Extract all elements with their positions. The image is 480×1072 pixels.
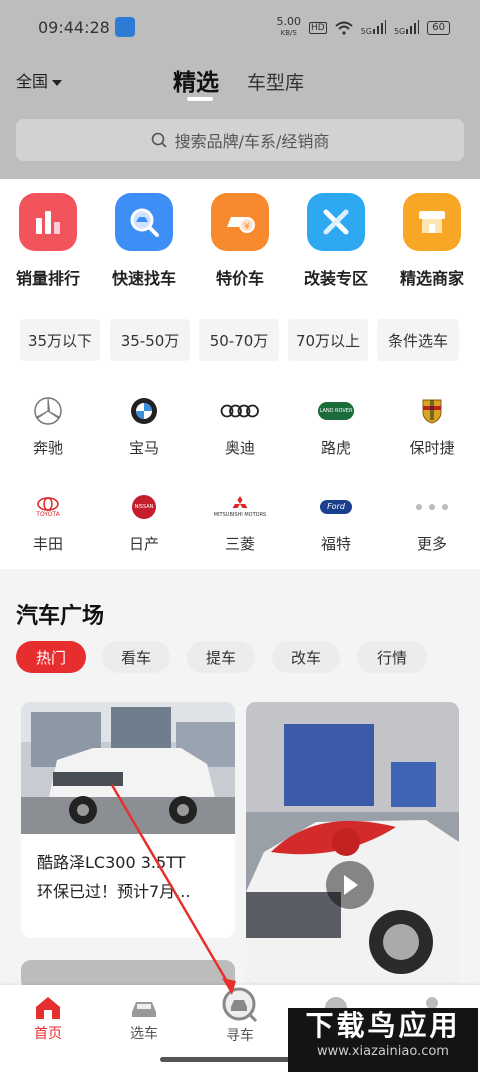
top-header: 全国 精选 车型库 搜索品牌/车系/经销商 [0,55,480,179]
nissan-logo-icon: NISSAN [104,491,184,523]
brand-benz[interactable]: 奔驰 [8,395,88,458]
home-icon [8,993,88,1023]
nav-find-car[interactable]: 寻车 [200,985,280,1045]
chip-hot[interactable]: 热门 [16,641,86,673]
status-indicators: 5.00 KB/S HD 5G 5G 60 [276,15,450,38]
brand-audi[interactable]: 奥迪 [200,395,280,458]
chip-modify[interactable]: 改车 [272,641,340,673]
find-car-icon [200,985,280,1025]
tab-featured[interactable]: 精选 [173,63,219,97]
price-range-chip[interactable]: 50-70万 [199,319,279,361]
chip-market[interactable]: 行情 [357,641,427,673]
toyota-logo-icon: TOYOTA [8,491,88,523]
section-title: 汽车广场 [16,604,105,629]
brand-landrover[interactable]: LAND ROVER 路虎 [296,395,376,458]
video-card[interactable] [246,702,459,984]
car-search-icon [115,193,173,251]
quick-sales-ranking[interactable]: 销量排行 [8,193,88,289]
wifi-icon [335,21,353,35]
signal-icon-2: 5G [394,19,420,36]
caret-down-icon [52,79,63,86]
car-photo [21,702,235,834]
chip-view-car[interactable]: 看车 [102,641,170,673]
brand-porsche[interactable]: 保时捷 [392,395,472,458]
hd-icon: HD [308,21,327,34]
quick-featured-merchant[interactable]: 精选商家 [392,193,472,289]
audi-logo-icon [200,395,280,427]
price-range-chip[interactable]: 35-50万 [110,319,190,361]
bar-chart-icon [19,193,77,251]
tab-car-library[interactable]: 车型库 [247,68,304,95]
condition-select-chip[interactable]: 条件选车 [377,319,459,361]
mitsubishi-logo-icon: MITSUBISHI MOTORS [200,491,280,523]
nav-home[interactable]: 首页 [8,993,88,1043]
price-range-chip[interactable]: 35万以下 [20,319,100,361]
car-plaza-section: 汽车广场 热门 看车 提车 改车 行情 酷路泽LC300 3.5TT 环保已过！… [0,580,480,990]
tools-icon [307,193,365,251]
ford-logo-icon: Ford [296,491,376,523]
status-time: 09:44:28 [38,18,110,37]
search-icon [151,132,167,148]
battery-icon: 60 [427,20,450,35]
brand-bmw[interactable]: 宝马 [104,395,184,458]
price-range-chip[interactable]: 70万以上 [288,319,368,361]
watermark-logo: 下载鸟应用 www.xiazainiao.com [288,1008,478,1072]
nav-select-car[interactable]: 选车 [104,993,184,1043]
region-selector[interactable]: 全国 [16,68,63,92]
shop-icon [403,193,461,251]
landrover-logo-icon: LAND ROVER [296,395,376,427]
post-card[interactable]: 酷路泽LC300 3.5TT 环保已过！预计7月... [21,702,235,938]
brand-toyota[interactable]: TOYOTA 丰田 [8,491,88,554]
quick-modification[interactable]: 改装专区 [296,193,376,289]
mercedes-logo-icon [8,395,88,427]
quick-section: 销量排行 快速找车 ¥ 特价车 改装专区 精选商家 35万以下 35-50万 5… [0,179,480,569]
svg-text:¥: ¥ [244,222,250,232]
search-placeholder: 搜索品牌/车系/经销商 [174,132,330,151]
quick-fast-find[interactable]: 快速找车 [104,193,184,289]
quick-special-price[interactable]: ¥ 特价车 [200,193,280,289]
net-speed: 5.00 KB/S [276,15,301,37]
brand-more[interactable]: 更多 [392,491,472,554]
status-bar: 09:44:28 5.00 KB/S HD 5G 5G 60 [0,0,480,55]
tab-indicator [187,97,213,101]
search-bar[interactable]: 搜索品牌/车系/经销商 [16,119,464,161]
bmw-logo-icon [104,395,184,427]
signal-icon: 5G [361,19,386,36]
brand-nissan[interactable]: NISSAN 日产 [104,491,184,554]
more-dots-icon [392,491,472,523]
app-notification-icon [115,17,135,37]
porsche-logo-icon [392,395,472,427]
video-thumbnail [246,702,459,984]
price-tag-car-icon: ¥ [211,193,269,251]
brand-mitsubishi[interactable]: MITSUBISHI MOTORS 三菱 [200,491,280,554]
brand-ford[interactable]: Ford 福特 [296,491,376,554]
chip-pickup[interactable]: 提车 [187,641,255,673]
post-title: 酷路泽LC300 3.5TT 环保已过！预计7月... [37,853,191,901]
car-icon [104,993,184,1023]
